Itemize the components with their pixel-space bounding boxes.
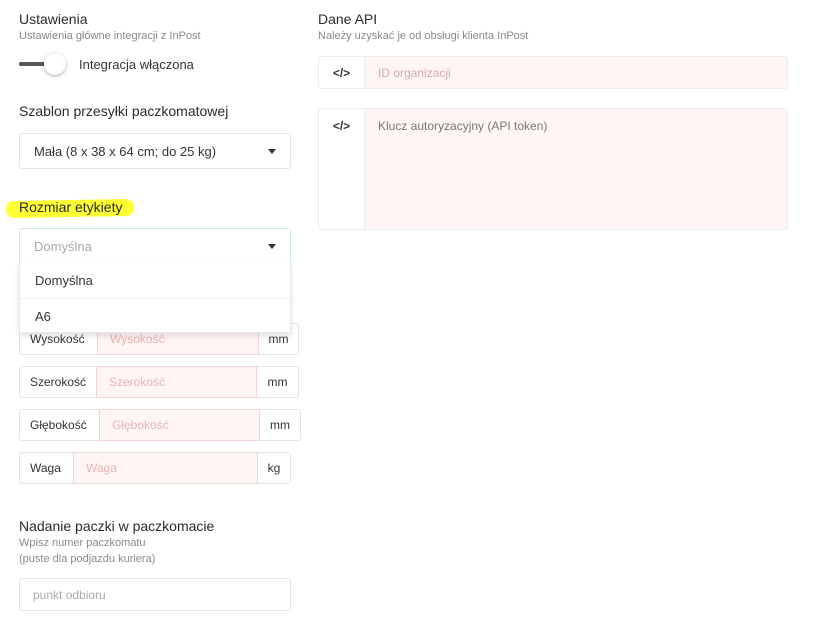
width-label: Szerokość [19, 366, 96, 398]
label-size-option-default[interactable]: Domyślna [20, 263, 290, 298]
settings-subtitle: Ustawienia główne integracji z InPost [19, 30, 201, 42]
dropoff-subtitle-1: Wpisz numer paczkomatu [19, 537, 146, 549]
template-selected-value: Mała (8 x 38 x 64 cm; do 25 kg) [34, 143, 217, 159]
org-id-group: </> ID organizacji [318, 56, 788, 89]
api-token-input[interactable]: Klucz autoryzacyjny (API token) [365, 109, 787, 229]
label-size-option-a6[interactable]: A6 [20, 298, 290, 334]
label-size-dropdown: Domyślna A6 [19, 263, 291, 333]
org-id-input[interactable]: ID organizacji [365, 57, 787, 88]
dropoff-point-input[interactable]: punkt odbioru [19, 578, 291, 611]
api-title: Dane API [318, 11, 378, 27]
dropoff-title: Nadanie paczki w paczkomacie [19, 518, 215, 534]
label-size-title: Rozmiar etykiety [19, 199, 123, 215]
integration-toggle[interactable] [44, 53, 66, 75]
weight-input[interactable]: Waga [73, 452, 258, 484]
settings-title: Ustawienia [19, 11, 88, 27]
label-size-placeholder: Domyślna [34, 238, 92, 254]
template-title: Szablon przesyłki paczkomatowej [19, 103, 229, 119]
width-unit: mm [257, 366, 299, 398]
template-select[interactable]: Mała (8 x 38 x 64 cm; do 25 kg) [19, 133, 291, 169]
depth-input[interactable]: Głębokość [99, 409, 260, 441]
depth-unit: mm [260, 409, 301, 441]
weight-group: Waga Waga kg [19, 452, 291, 484]
code-icon: </> [319, 109, 365, 229]
weight-unit: kg [258, 452, 291, 484]
width-group: Szerokość Szerokość mm [19, 366, 299, 398]
chevron-down-icon [268, 244, 276, 249]
depth-label: Głębokość [19, 409, 99, 441]
dropoff-subtitle-2: (puste dla podjazdu kuriera) [19, 553, 156, 565]
code-icon: </> [319, 57, 365, 88]
depth-group: Głębokość Głębokość mm [19, 409, 301, 441]
api-subtitle: Należy uzyskać je od obsługi klienta InP… [318, 30, 529, 42]
chevron-down-icon [268, 149, 276, 154]
integration-toggle-label: Integracja włączona [79, 57, 194, 72]
api-token-group: </> Klucz autoryzacyjny (API token) [318, 108, 788, 230]
width-input[interactable]: Szerokość [96, 366, 257, 398]
weight-label: Waga [19, 452, 73, 484]
label-size-select[interactable]: Domyślna [19, 228, 291, 264]
